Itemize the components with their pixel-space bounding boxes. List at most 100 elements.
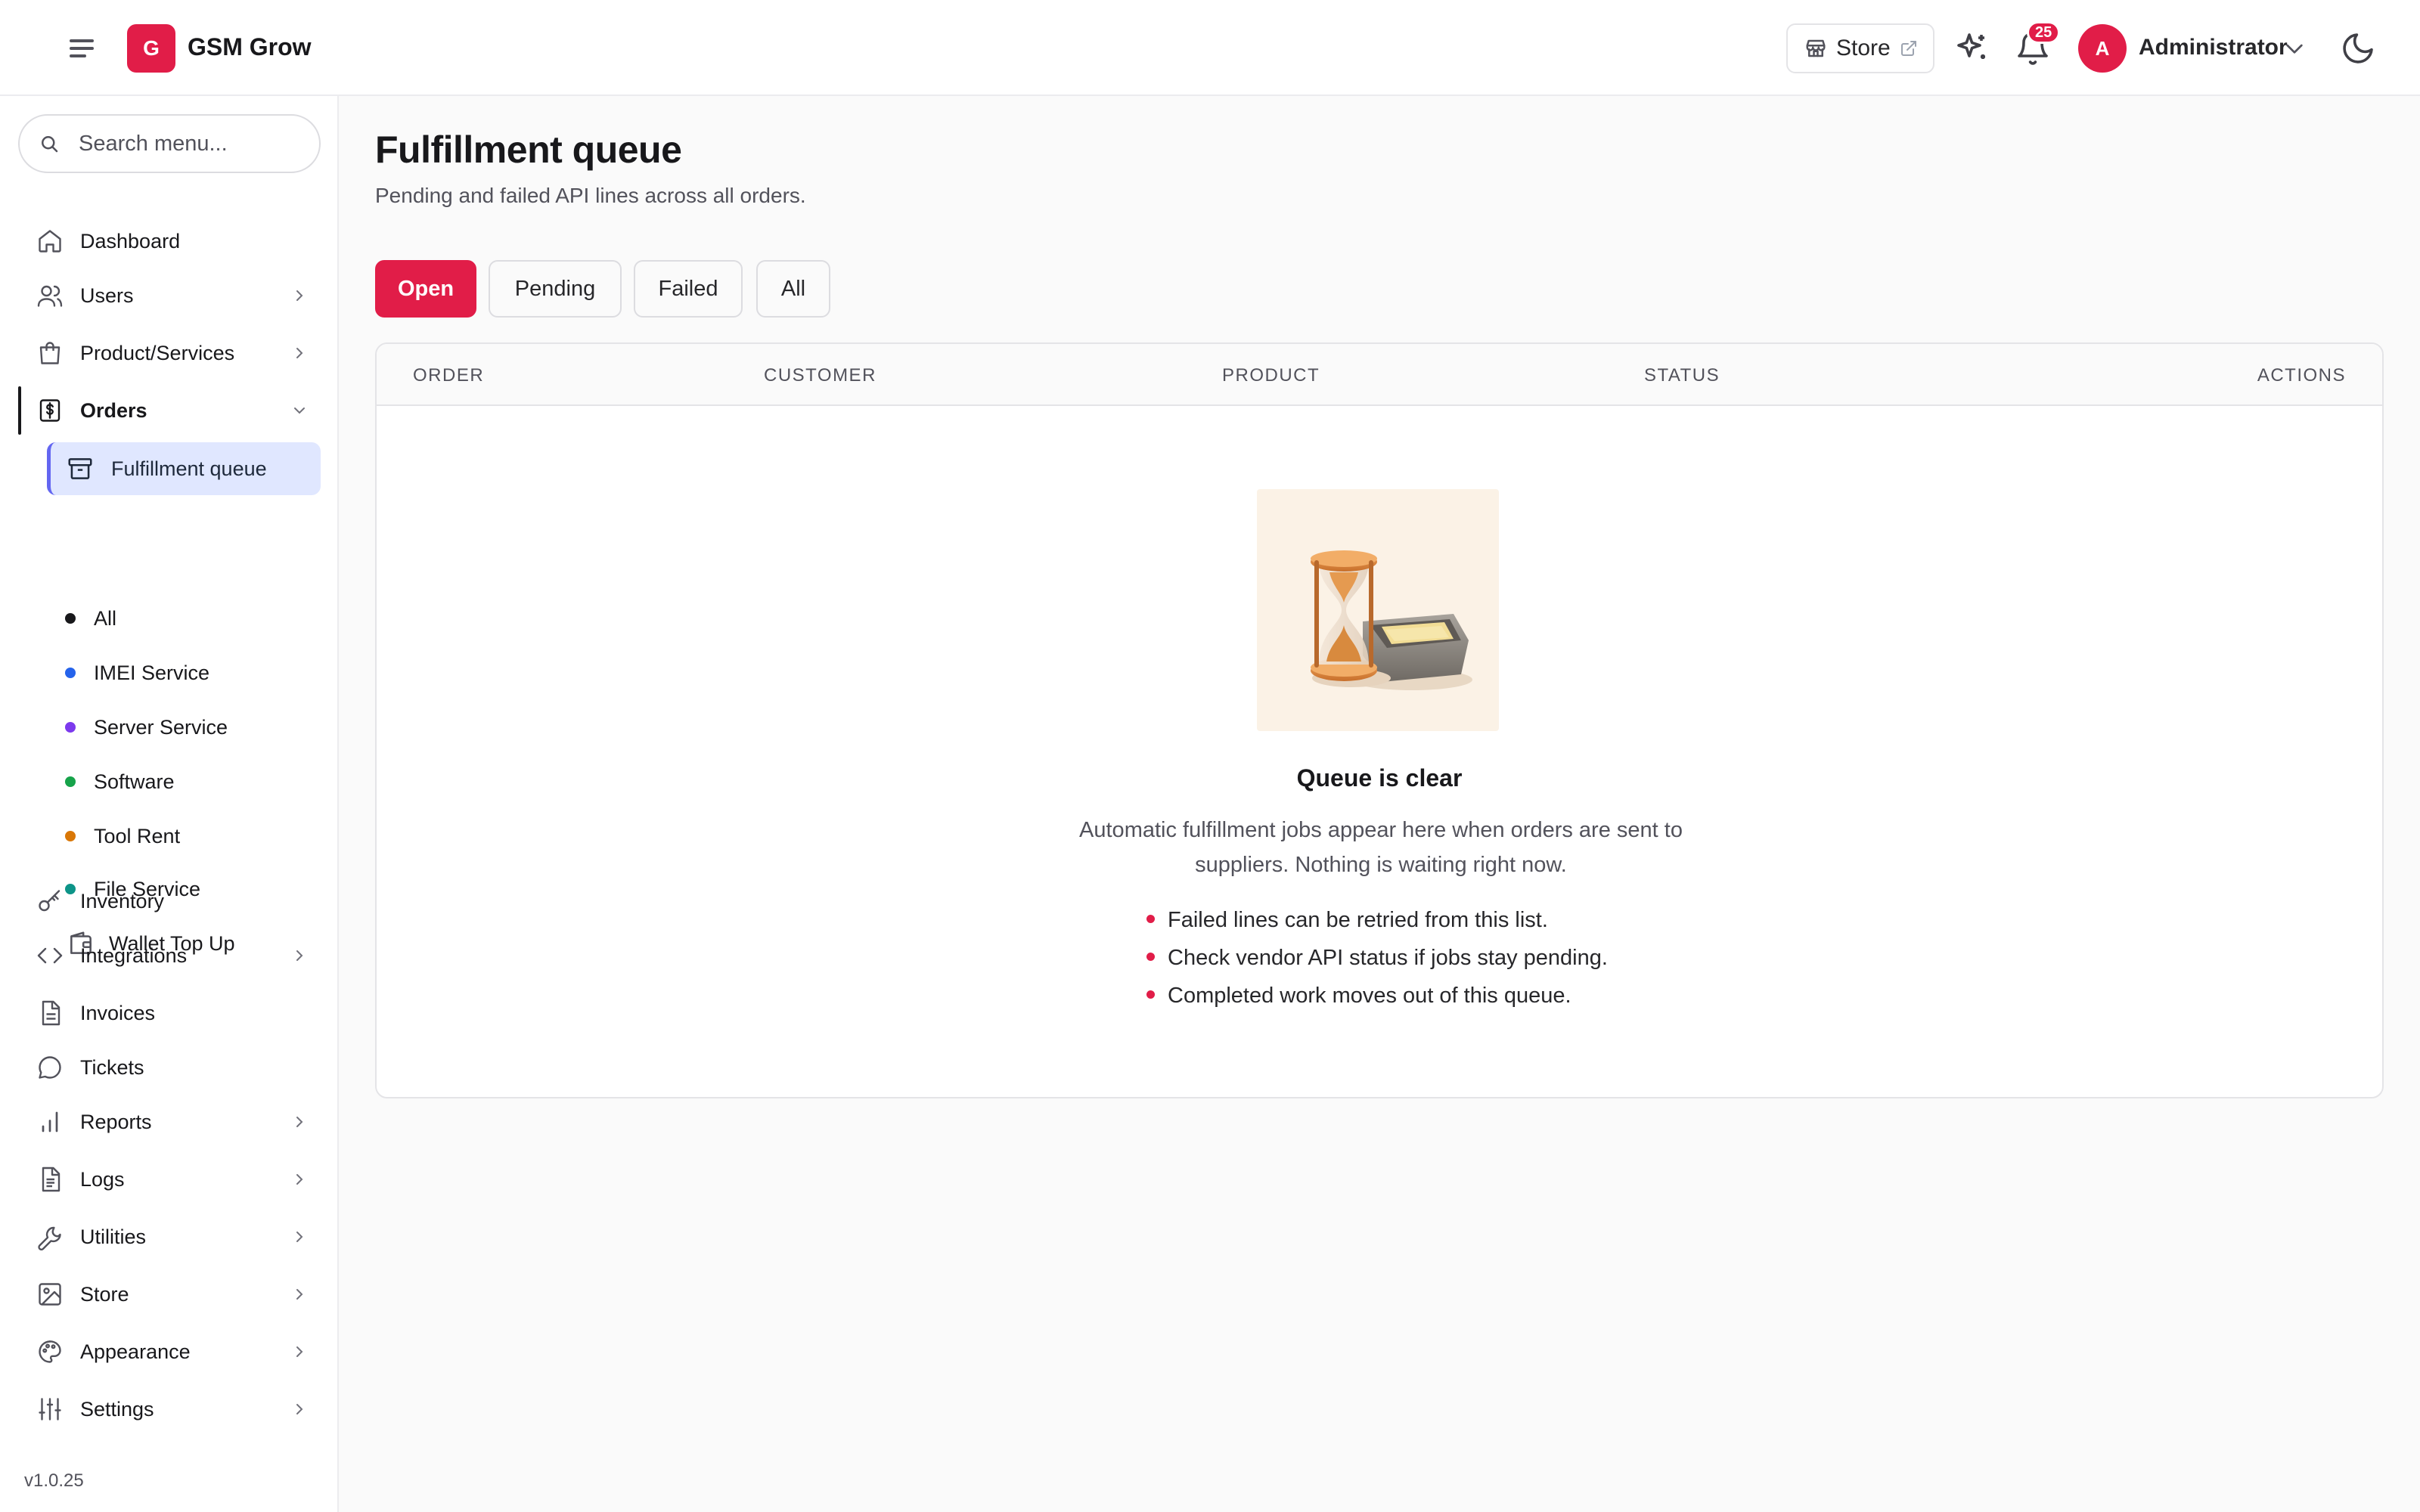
- active-section-indicator: [18, 386, 21, 435]
- sidebar-subitem-label: Fulfillment queue: [111, 457, 267, 480]
- category-dot: [65, 613, 76, 624]
- category-dot: [65, 776, 76, 787]
- search-input[interactable]: [79, 128, 306, 160]
- app-name[interactable]: GSM Grow: [188, 33, 312, 61]
- sidebar-item-store[interactable]: Store: [27, 1270, 324, 1318]
- empty-state-description: Automatic fulfillment jobs appear here w…: [1079, 818, 1683, 877]
- storefront-icon: [1806, 39, 1826, 57]
- column-header-customer[interactable]: CUSTOMER: [764, 365, 876, 386]
- sidebar-item-label: Logs: [80, 1167, 125, 1191]
- wrench-icon: [38, 1226, 61, 1250]
- store-button[interactable]: Store: [1786, 23, 1934, 73]
- sidebar-subitem-software[interactable]: Software: [47, 757, 321, 805]
- sidebar-subitem-label: All: [94, 607, 117, 630]
- sparkles-icon[interactable]: [1954, 30, 1990, 67]
- chevron-right-icon: [296, 1404, 303, 1414]
- store-button-label: Store: [1836, 36, 1891, 60]
- shopping-bag-icon: [39, 342, 60, 364]
- sidebar-item-utilities[interactable]: Utilities: [27, 1213, 324, 1261]
- empty-state-title: Queue is clear: [1296, 764, 1463, 792]
- sidebar-item-products[interactable]: Product/Services: [27, 329, 324, 377]
- tab-pending[interactable]: Pending: [489, 260, 622, 318]
- search-icon: [42, 136, 58, 153]
- tab-all[interactable]: All: [756, 260, 830, 318]
- tab-failed[interactable]: Failed: [634, 260, 743, 318]
- chevron-down-icon[interactable]: [2281, 36, 2308, 60]
- sidebar-item-label: Invoices: [80, 1001, 156, 1024]
- sidebar-item-reports[interactable]: Reports: [27, 1098, 324, 1146]
- sidebar-subitem-label: Tool Rent: [94, 825, 181, 847]
- avatar[interactable]: A: [2078, 24, 2127, 73]
- dollar-receipt-icon: [39, 399, 60, 422]
- chevron-right-icon: [296, 1117, 303, 1127]
- app-logo[interactable]: G: [127, 24, 175, 73]
- column-header-actions: ACTIONS: [2257, 365, 2346, 386]
- sidebar-item-orders[interactable]: Orders: [27, 386, 324, 435]
- main-content: Fulfillment queue Pending and failed API…: [339, 96, 2420, 1512]
- sidebar-item-users[interactable]: Users: [27, 271, 324, 320]
- hourglass-tray-image: [1311, 550, 1472, 690]
- sidebar-item-label: Integrations: [80, 943, 188, 967]
- tab-open[interactable]: Open: [375, 260, 476, 318]
- fulfillment-table: ORDER CUSTOMER PRODUCT STATUS ACTIONS Qu…: [375, 342, 2384, 1098]
- chevron-right-icon: [296, 950, 303, 961]
- sidebar-item-logs[interactable]: Logs: [27, 1155, 324, 1204]
- top-header: G GSM Grow Store 25 A Administrator: [0, 0, 2420, 96]
- sidebar-subitem-fulfillment-queue[interactable]: Fulfillment queue: [47, 442, 321, 495]
- sidebar-subitem-server-service[interactable]: Server Service: [47, 702, 321, 751]
- page-title: Fulfillment queue: [375, 129, 682, 171]
- table-header: ORDER CUSTOMER PRODUCT STATUS ACTIONS: [377, 344, 2382, 406]
- sidebar-item-inventory[interactable]: Inventory: [27, 877, 324, 925]
- sidebar-subitem-imei-service[interactable]: IMEI Service: [47, 648, 321, 696]
- sidebar-item-label: Store: [80, 1282, 129, 1306]
- key-icon: [39, 890, 60, 912]
- sidebar-subitem-tool-rent[interactable]: Tool Rent: [47, 811, 321, 860]
- sidebar: Dashboard Users Product/Services Orders …: [0, 96, 339, 1512]
- tip-item: Completed work moves out of this queue.: [1146, 981, 1608, 1018]
- sidebar-item-label: Product/Services: [80, 341, 235, 364]
- sidebar-subitem-label: IMEI Service: [94, 662, 210, 684]
- chevron-right-icon: [296, 348, 303, 358]
- users-icon: [37, 285, 63, 307]
- sidebar-item-settings[interactable]: Settings: [27, 1385, 324, 1433]
- column-header-status[interactable]: STATUS: [1644, 365, 1720, 386]
- empty-state-tips: Failed lines can be retried from this li…: [1146, 905, 1608, 1018]
- column-header-order[interactable]: ORDER: [413, 365, 484, 386]
- user-name[interactable]: Administrator: [2139, 35, 2288, 60]
- chevron-down-icon: [294, 407, 305, 414]
- sidebar-search[interactable]: [18, 114, 321, 173]
- chevron-right-icon: [296, 1289, 303, 1300]
- chat-bubble-icon: [39, 1056, 61, 1079]
- sidebar-subitem-label: Server Service: [94, 716, 228, 739]
- sidebar-item-label: Dashboard: [80, 229, 181, 253]
- tip-item: Failed lines can be retried from this li…: [1146, 905, 1608, 943]
- sidebar-item-appearance[interactable]: Appearance: [27, 1328, 324, 1376]
- chevron-right-icon: [296, 1232, 303, 1242]
- menu-toggle-icon[interactable]: [67, 33, 97, 64]
- sidebar-item-invoices[interactable]: Invoices: [27, 989, 324, 1037]
- sidebar-item-label: Appearance: [80, 1340, 191, 1363]
- sidebar-item-label: Tickets: [80, 1055, 144, 1079]
- column-header-product[interactable]: PRODUCT: [1222, 365, 1320, 386]
- moon-icon[interactable]: [2340, 30, 2376, 67]
- sidebar-item-integrations[interactable]: Integrations: [27, 931, 324, 980]
- category-dot: [65, 831, 76, 841]
- sidebar-item-label: Reports: [80, 1110, 152, 1133]
- image-icon: [39, 1283, 61, 1306]
- sliders-icon: [39, 1398, 61, 1421]
- empty-state-illustration: [1257, 489, 1499, 731]
- sidebar-subitem-label: Software: [94, 770, 175, 793]
- category-dot: [65, 668, 76, 678]
- chevron-right-icon: [296, 1174, 303, 1185]
- sidebar-subitem-all[interactable]: All: [47, 593, 321, 642]
- chevron-right-icon: [296, 290, 303, 301]
- home-icon: [39, 230, 61, 253]
- sidebar-item-dashboard[interactable]: Dashboard: [27, 217, 324, 265]
- code-icon: [37, 947, 63, 964]
- bar-chart-icon: [42, 1111, 58, 1132]
- palette-icon: [39, 1340, 61, 1363]
- notification-badge: 25: [2027, 21, 2061, 44]
- file-text-icon: [42, 1167, 60, 1192]
- sidebar-item-tickets[interactable]: Tickets: [27, 1043, 324, 1092]
- tip-item: Check vendor API status if jobs stay pen…: [1146, 943, 1608, 981]
